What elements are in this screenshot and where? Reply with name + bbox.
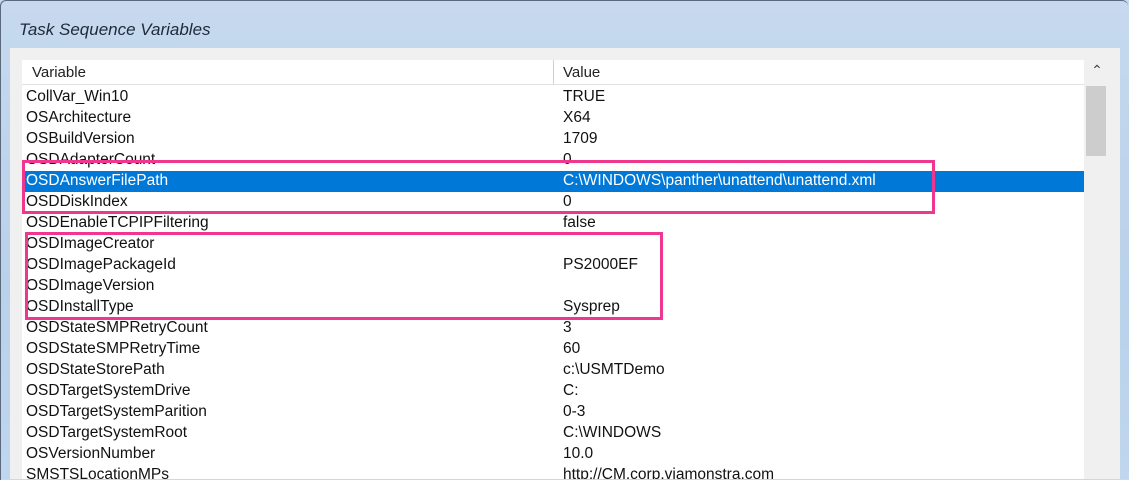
highlight-box-image-info <box>25 232 663 320</box>
vertical-scrollbar[interactable]: ⌃ <box>1084 60 1110 479</box>
variable-value: C: <box>563 382 579 399</box>
variable-name: OSBuildVersion <box>26 130 135 147</box>
variable-value: c:\USMTDemo <box>563 361 665 378</box>
variable-value: X64 <box>563 109 591 126</box>
variable-name: OSDTargetSystemParition <box>26 403 207 420</box>
variable-name: OSDTargetSystemDrive <box>26 382 191 399</box>
variable-name: OSVersionNumber <box>26 445 156 462</box>
highlight-box-answer-file <box>22 160 935 214</box>
variable-name: OSDStateStorePath <box>26 361 165 378</box>
scrollbar-thumb[interactable] <box>1086 86 1106 156</box>
table-row[interactable]: CollVar_Win10 TRUE <box>22 87 1084 108</box>
table-row[interactable]: OSBuildVersion 1709 <box>22 129 1084 150</box>
variable-value: false <box>563 214 596 231</box>
table-row[interactable]: OSDStateStorePath c:\USMTDemo <box>22 360 1084 381</box>
table-row[interactable]: OSDStateSMPRetryTime 60 <box>22 339 1084 360</box>
variable-value: 60 <box>563 340 581 357</box>
variable-name: OSDEnableTCPIPFiltering <box>26 214 209 231</box>
variable-value: 1709 <box>563 130 598 147</box>
variable-name: CollVar_Win10 <box>26 88 129 105</box>
scroll-up-icon[interactable]: ⌃ <box>1084 62 1110 82</box>
variable-value: 10.0 <box>563 445 594 462</box>
column-header-value[interactable]: Value <box>563 64 600 81</box>
variable-name: OSArchitecture <box>26 109 132 126</box>
table-row[interactable]: OSDEnableTCPIPFiltering false <box>22 213 1084 234</box>
variable-name: OSDStateSMPRetryTime <box>26 340 201 357</box>
variable-value: http://CM.corp.viamonstra.com <box>563 466 775 479</box>
variable-name: OSDTargetSystemRoot <box>26 424 188 441</box>
variable-value: TRUE <box>563 88 606 105</box>
table-row[interactable]: SMSTSLocationMPs http://CM.corp.viamonstr… <box>22 465 1084 479</box>
table-row[interactable]: OSDTargetSystemParition 0-3 <box>22 402 1084 423</box>
variable-value: 3 <box>563 319 572 336</box>
column-header-variable[interactable]: Variable <box>32 64 86 81</box>
variable-name: OSDStateSMPRetryCount <box>26 319 208 336</box>
column-divider[interactable] <box>553 60 554 84</box>
window-title: Task Sequence Variables <box>19 20 211 39</box>
table-row[interactable]: OSDTargetSystemDrive C: <box>22 381 1084 402</box>
list-header: Variable Value <box>22 60 1084 85</box>
variable-name: SMSTSLocationMPs <box>26 466 169 479</box>
variable-value: 0-3 <box>563 403 586 420</box>
table-row[interactable]: OSVersionNumber 10.0 <box>22 444 1084 465</box>
table-row[interactable]: OSDTargetSystemRoot C:\WINDOWS <box>22 423 1084 444</box>
variable-value: C:\WINDOWS <box>563 424 662 441</box>
table-row[interactable]: OSDStateSMPRetryCount 3 <box>22 318 1084 339</box>
table-row[interactable]: OSArchitecture X64 <box>22 108 1084 129</box>
